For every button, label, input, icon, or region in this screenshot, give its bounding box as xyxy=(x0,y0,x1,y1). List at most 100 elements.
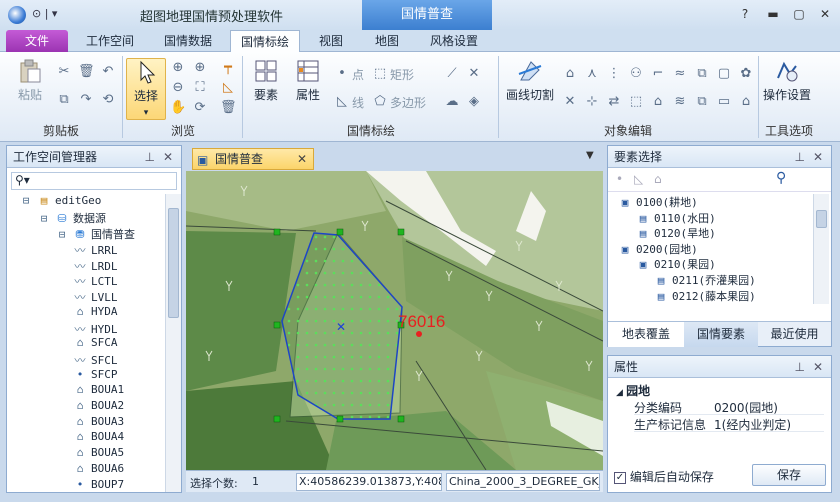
edit-tool-icon-2[interactable]: ⋏ xyxy=(584,66,600,82)
close-tab-icon[interactable]: ✕ xyxy=(297,149,307,169)
tree-node-workspace[interactable]: ⊟ ▤ editGeo xyxy=(19,194,102,207)
zoom-out-icon[interactable]: ⊖ xyxy=(170,80,186,96)
collapse-icon[interactable]: ⊟ xyxy=(37,212,51,225)
collapse-icon[interactable]: ⊟ xyxy=(19,194,33,207)
edit-tool-icon-11[interactable]: ⊹ xyxy=(584,94,600,110)
point-icon[interactable]: • xyxy=(334,66,350,82)
tab-surface-cover[interactable]: 地表覆盖 xyxy=(608,322,684,347)
tree-node-dataset[interactable]: ⌂ BOUA2 xyxy=(73,399,124,412)
attribute-section-header[interactable]: ◢ 园地 xyxy=(616,382,650,399)
tree-node-dataset[interactable]: ⌂ BOUA4 xyxy=(73,430,124,443)
paste-button[interactable]: 粘贴 xyxy=(10,58,50,103)
copy-icon[interactable]: ⧉ xyxy=(56,92,72,108)
selection-handle[interactable] xyxy=(336,415,344,423)
search-icon[interactable]: ⚲ xyxy=(776,170,786,186)
tree-node-dataset[interactable]: ⌂ BOUA1 xyxy=(73,383,124,396)
measure-distance-icon[interactable]: ┯ xyxy=(220,60,236,76)
polygon-label[interactable]: 多边形 xyxy=(390,94,426,111)
attribute-row[interactable]: 分类编码 0200(园地) xyxy=(634,399,824,415)
edit-tool-icon-10[interactable]: ✕ xyxy=(562,94,578,110)
point-filter-icon[interactable]: • xyxy=(616,172,623,186)
style-dropdown-icon[interactable]: ◈ xyxy=(466,94,482,110)
edit-tool-icon-14[interactable]: ⌂ xyxy=(650,94,666,110)
close-icon[interactable]: ✕ xyxy=(813,356,823,378)
entire-view-icon[interactable]: ⛶ xyxy=(192,80,208,96)
tree-node-udb[interactable]: ⊟ ⛃ 国情普查 xyxy=(55,226,135,242)
scrollbar-thumb[interactable] xyxy=(816,210,827,228)
feature-tree-item[interactable]: ▣ 0100(耕地) xyxy=(618,194,698,210)
tree-node-dataset[interactable]: ⌂ HYDA xyxy=(73,305,118,318)
close-button[interactable]: ✕ xyxy=(812,5,838,23)
intersect-line-icon[interactable]: ✕ xyxy=(466,66,482,82)
crs-field[interactable]: China_2000_3_DEGREE_GK_Zon xyxy=(446,473,600,491)
feature-button[interactable]: 要素 xyxy=(248,58,284,103)
edit-tool-icon-7[interactable]: ⧉ xyxy=(694,66,710,82)
edit-tool-icon-13[interactable]: ⬚ xyxy=(628,94,644,110)
tree-node-dataset[interactable]: 〰 HYDL xyxy=(73,321,118,337)
collapse-icon[interactable]: ⊟ xyxy=(55,228,69,241)
app-icon[interactable] xyxy=(8,6,26,24)
workspace-search-box[interactable]: ⚲▾ xyxy=(11,172,177,190)
redo-icon[interactable]: ↷ xyxy=(78,92,94,108)
tree-node-dataset[interactable]: • SFCP xyxy=(73,368,118,381)
map-canvas[interactable]: ✕ 76016 xyxy=(186,171,603,470)
tab-style-settings[interactable]: 风格设置 xyxy=(418,30,490,52)
select-button[interactable]: 选择 ▾ xyxy=(126,58,166,120)
pan-hand-icon[interactable]: ✋ xyxy=(170,100,186,116)
tree-node-dataset[interactable]: ⌂ BOUA6 xyxy=(73,462,124,475)
edit-tool-icon-17[interactable]: ▭ xyxy=(716,94,732,110)
tab-view[interactable]: 视图 xyxy=(308,30,354,52)
minimize-button[interactable]: ▬ xyxy=(760,5,786,23)
fill-region-icon[interactable]: ☁ xyxy=(444,94,460,110)
undo-icon[interactable]: ↶ xyxy=(100,64,116,80)
quick-access-toolbar[interactable]: ⊙ | ▾ xyxy=(32,7,57,20)
map-document-tab[interactable]: ▣ 国情普查 ✕ xyxy=(192,148,314,170)
feature-tree-item[interactable]: ▣ 0200(园地) xyxy=(618,241,698,257)
tab-recently-used[interactable]: 最近使用 xyxy=(758,322,831,347)
rect-label[interactable]: 矩形 xyxy=(390,66,414,83)
auto-save-checkbox[interactable]: ✓ xyxy=(614,471,626,484)
selection-handle[interactable] xyxy=(397,415,405,423)
feature-scrollbar[interactable] xyxy=(813,194,829,304)
workspace-scrollbar[interactable] xyxy=(165,194,181,492)
polygon-icon[interactable]: ⬠ xyxy=(372,94,388,110)
pin-icon[interactable]: ⊥ xyxy=(795,146,805,168)
line-label[interactable]: 线 xyxy=(352,94,364,111)
edit-tool-icon-3[interactable]: ⋮ xyxy=(606,66,622,82)
maximize-button[interactable]: ▢ xyxy=(786,5,812,23)
feature-tree-item[interactable]: ▤ 0211(乔灌果园) xyxy=(654,272,756,288)
edit-tool-icon-15[interactable]: ≋ xyxy=(672,94,688,110)
tree-node-dataset[interactable]: ⌂ SFCA xyxy=(73,336,118,349)
selection-handle[interactable] xyxy=(336,228,344,236)
edit-tool-icon-18[interactable]: ⌂ xyxy=(738,94,754,110)
zoom-in-icon[interactable]: ⊕ xyxy=(170,60,186,76)
selection-handle[interactable] xyxy=(273,321,281,329)
save-button[interactable]: 保存 xyxy=(752,464,826,486)
tree-node-dataset[interactable]: 〰 SFCL xyxy=(73,352,118,368)
tree-node-datasource[interactable]: ⊟ ⛁ 数据源 xyxy=(37,210,106,226)
line-cut-button[interactable]: 画线切割 xyxy=(504,58,556,103)
feature-tree-item[interactable]: ▤ 0120(旱地) xyxy=(636,225,716,241)
auto-save-checkbox-row[interactable]: ✓ 编辑后自动保存 xyxy=(614,468,714,485)
tree-node-dataset[interactable]: 〰 LRRL xyxy=(73,242,118,258)
edit-tool-icon-5[interactable]: ⌐ xyxy=(650,66,666,82)
line-filter-icon[interactable]: ◺ xyxy=(634,172,643,186)
pin-icon[interactable]: ⊥ xyxy=(795,356,805,378)
tab-national-data[interactable]: 国情数据 xyxy=(154,30,222,52)
tree-node-dataset[interactable]: 〰 LVLL xyxy=(73,289,118,305)
refresh-icon[interactable]: ⟲ xyxy=(100,92,116,108)
tree-node-dataset[interactable]: • BOUP7 xyxy=(73,478,124,491)
clear-measure-icon[interactable]: 🗑 xyxy=(220,100,237,116)
feature-tree-item[interactable]: ▣ 0210(果园) xyxy=(636,256,716,272)
tab-national-plot[interactable]: 国情标绘 xyxy=(230,30,300,53)
delete-icon[interactable]: 🗑 xyxy=(78,64,95,80)
edit-tool-icon-9[interactable]: ✿ xyxy=(738,66,754,82)
pin-icon[interactable]: ⊥ xyxy=(145,146,155,168)
zoom-free-icon[interactable]: ⊕ xyxy=(192,60,208,76)
tree-node-dataset[interactable]: ⌂ BOUA5 xyxy=(73,446,124,459)
feature-tree-item[interactable]: ▤ 0212(藤本果园) xyxy=(654,288,756,304)
cut-icon[interactable]: ✂ xyxy=(56,64,72,80)
help-icon[interactable]: ? xyxy=(732,5,758,23)
refresh-map-icon[interactable]: ⟳ xyxy=(192,100,208,116)
tab-national-features[interactable]: 国情要素 xyxy=(684,322,758,347)
